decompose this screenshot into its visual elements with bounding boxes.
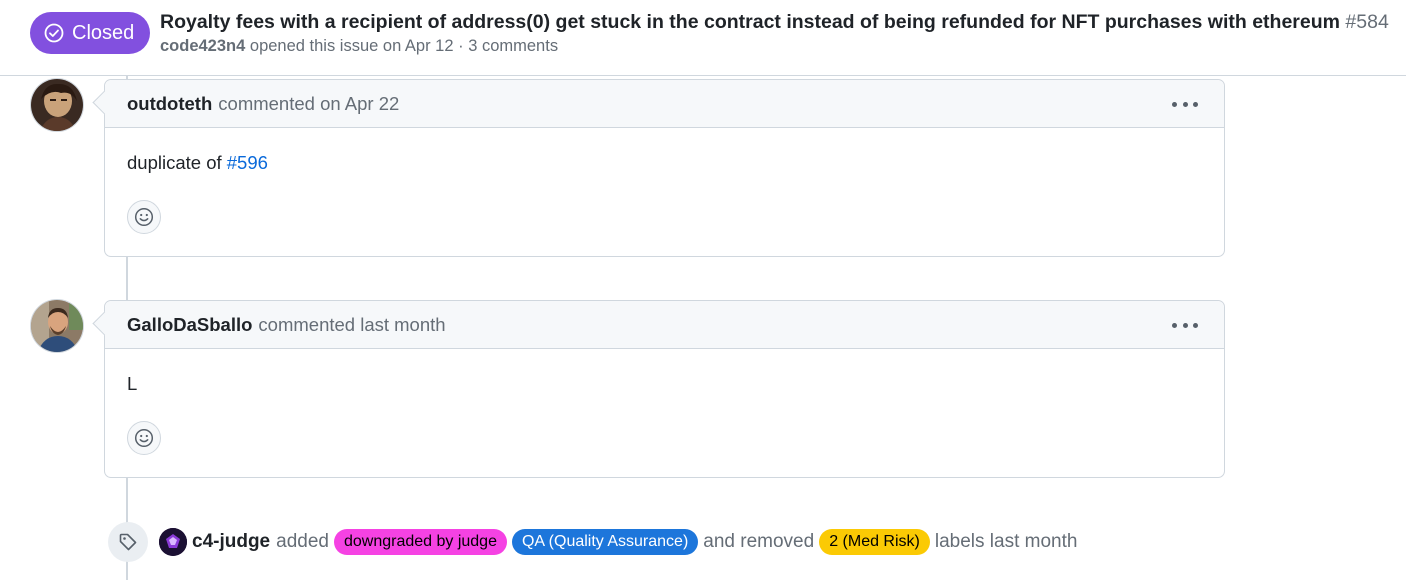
- label-qa[interactable]: QA (Quality Assurance): [511, 529, 699, 555]
- kebab-dot: [1172, 101, 1177, 107]
- issue-author-link[interactable]: code423n4: [160, 37, 245, 55]
- comment-author[interactable]: GalloDaSballo: [127, 314, 252, 336]
- closed-check-icon: [44, 23, 64, 43]
- smiley-icon: [134, 428, 154, 448]
- comment-header: outdoteth commented on Apr 22: [105, 80, 1224, 128]
- smiley-icon: [134, 207, 154, 227]
- c4-judge-avatar-icon: [159, 528, 187, 556]
- avatar-gallodasballo: [31, 300, 83, 352]
- kebab-dot: [1182, 322, 1188, 328]
- label-downgraded-by-judge[interactable]: downgraded by judge: [333, 529, 507, 555]
- avatar[interactable]: [30, 299, 84, 353]
- issue-header: Closed Royalty fees with a recipient of …: [0, 0, 1406, 76]
- label-event: c4-judge added downgraded by judge QA (Q…: [159, 527, 1077, 557]
- comment-header: GalloDaSballo commented last month: [105, 301, 1224, 349]
- kebab-dot: [1193, 101, 1198, 107]
- issue-title-line: Royalty fees with a recipient of address…: [160, 9, 1389, 35]
- avatar-outdoteth: [31, 79, 83, 131]
- avatar[interactable]: [159, 528, 187, 556]
- state-badge: Closed: [30, 12, 151, 54]
- comment-body: duplicate of #596: [105, 128, 1224, 188]
- comment-timestamp[interactable]: commented on Apr 22: [218, 93, 399, 115]
- comment-text: duplicate of: [127, 152, 222, 173]
- event-removed-text: and removed: [703, 531, 815, 552]
- issue-number: #584: [1345, 11, 1389, 33]
- comment-options-button[interactable]: [1172, 315, 1198, 335]
- comment-text: L: [127, 373, 138, 394]
- label-med-risk[interactable]: 2 (Med Risk): [819, 529, 930, 555]
- comment-timestamp[interactable]: commented last month: [258, 314, 445, 336]
- kebab-dot: [1193, 322, 1198, 328]
- comment-card: GalloDaSballo commented last month L: [104, 300, 1225, 478]
- tag-icon: [119, 533, 137, 551]
- comment-body: L: [105, 349, 1224, 409]
- kebab-dot: [1182, 101, 1188, 107]
- event-added-text: added: [276, 531, 329, 552]
- add-reaction-button[interactable]: [127, 421, 161, 455]
- issue-title[interactable]: Royalty fees with a recipient of address…: [160, 11, 1340, 33]
- comment-card: outdoteth commented on Apr 22 duplicate …: [104, 79, 1225, 257]
- comment-author[interactable]: outdoteth: [127, 93, 212, 115]
- issue-meta-text: opened this issue on Apr 12 · 3 comments: [249, 37, 559, 55]
- avatar[interactable]: [30, 78, 84, 132]
- event-actor[interactable]: c4-judge: [192, 531, 270, 553]
- issue-reference-link[interactable]: #596: [227, 152, 268, 173]
- issue-meta: code423n4 opened this issue on Apr 12 · …: [160, 37, 558, 56]
- add-reaction-button[interactable]: [127, 200, 161, 234]
- event-badge: [108, 522, 148, 562]
- event-suffix[interactable]: labels last month: [935, 531, 1078, 553]
- comment-options-button[interactable]: [1172, 94, 1198, 114]
- kebab-dot: [1172, 322, 1177, 328]
- state-label: Closed: [72, 21, 135, 44]
